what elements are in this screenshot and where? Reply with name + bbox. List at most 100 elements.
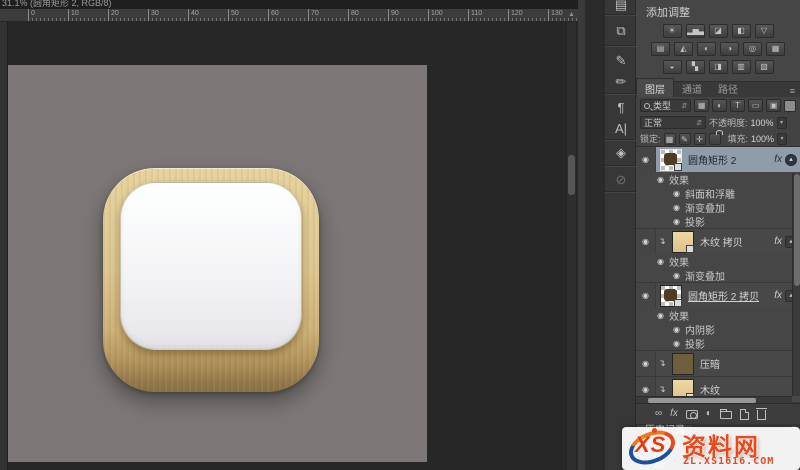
dock-brush-presets-panel-icon[interactable]: ✏: [607, 71, 635, 93]
link-layers-icon[interactable]: ∞: [655, 409, 662, 419]
vibrance-icon[interactable]: ▽: [755, 24, 774, 38]
layer-row-rounded-rect-2-copy[interactable]: ◉ 圆角矩形 2 拷贝 fx ▴: [636, 283, 800, 308]
layer-row-wood-copy[interactable]: ◉ ↴ 木纹 拷贝 fx ▴: [636, 229, 800, 254]
layer-block: ◉ 圆角矩形 2 fx ▴ ◉ 效果 ◉ 斜面和浮雕 ◉ 渐变叠加: [636, 147, 800, 229]
lock-position-icon[interactable]: ✛: [694, 133, 706, 145]
dock-measurement-panel-icon[interactable]: ⊘: [607, 169, 635, 191]
scroll-up-icon[interactable]: ▲: [568, 11, 575, 18]
hue-saturation-icon[interactable]: ▤: [651, 42, 670, 56]
filter-adjustment-layers-icon[interactable]: ◐: [712, 99, 727, 112]
visibility-eye-icon[interactable]: ◉: [673, 189, 685, 198]
color-lookup-icon[interactable]: ▦: [766, 42, 785, 56]
visibility-eye-icon[interactable]: ◉: [673, 325, 685, 334]
blend-mode-select[interactable]: 正常 ⇵: [640, 116, 706, 129]
visibility-eye-icon[interactable]: ◉: [642, 385, 649, 394]
effect-row-inner-shadow[interactable]: ◉ 内阴影: [636, 322, 800, 336]
visibility-eye-icon[interactable]: ◉: [642, 291, 649, 300]
dock-paragraph-panel-icon[interactable]: ¶: [607, 96, 635, 118]
channel-mixer-icon[interactable]: ◎: [743, 42, 762, 56]
lock-transparent-pixels-icon[interactable]: ▦: [664, 133, 676, 145]
add-layer-mask-icon[interactable]: [686, 410, 698, 419]
lock-all-icon[interactable]: [709, 133, 721, 145]
effect-row-gradient-overlay[interactable]: ◉ 渐变叠加: [636, 268, 800, 282]
dock-3d-panel-icon[interactable]: ◈: [607, 142, 635, 164]
selective-color-icon[interactable]: ▧: [755, 60, 774, 74]
layer-row-darken[interactable]: ◉ ↴ 压暗: [636, 351, 800, 376]
effect-row-drop-shadow[interactable]: ◉ 投影: [636, 214, 800, 228]
layers-horizontal-scrollbar[interactable]: [636, 396, 792, 403]
add-layer-style-icon[interactable]: fx: [670, 409, 678, 419]
lock-image-pixels-icon[interactable]: ✎: [679, 133, 691, 145]
filter-on-off-toggle[interactable]: [784, 100, 796, 112]
black-white-icon[interactable]: ◐: [697, 42, 716, 56]
layer-thumbnail[interactable]: [660, 285, 682, 307]
panel-stack: 添加调整 ☀ ▂▅▃ ◪ ◧ ▽ ▤ ◭ ◐ ◑ ◎ ▦: [636, 0, 800, 470]
opacity-dropdown-icon[interactable]: ▾: [777, 117, 787, 129]
gradient-map-icon[interactable]: ▥: [732, 60, 751, 74]
invert-icon[interactable]: ◒: [663, 60, 682, 74]
opacity-value[interactable]: 100%: [751, 118, 774, 128]
canvas-vertical-scrollbar[interactable]: ▲: [566, 22, 576, 470]
filter-shape-layers-icon[interactable]: ▭: [748, 99, 763, 112]
levels-icon[interactable]: ▂▅▃: [686, 24, 705, 38]
threshold-icon[interactable]: ◨: [709, 60, 728, 74]
new-layer-icon[interactable]: [740, 409, 749, 420]
fill-value[interactable]: 100%: [751, 134, 774, 144]
effect-row-bevel-emboss[interactable]: ◉ 斜面和浮雕: [636, 186, 800, 200]
photo-filter-icon[interactable]: ◑: [720, 42, 739, 56]
delete-layer-icon[interactable]: [757, 410, 766, 420]
tab-layers[interactable]: 图层: [636, 78, 674, 97]
effects-header-row[interactable]: ◉ 效果: [636, 172, 800, 186]
filter-smart-objects-icon[interactable]: ▣: [766, 99, 781, 112]
layer-row-rounded-rect-2[interactable]: ◉ 圆角矩形 2 fx ▴: [636, 147, 800, 172]
exposure-icon[interactable]: ◧: [732, 24, 751, 38]
effect-row-drop-shadow[interactable]: ◉ 投影: [636, 336, 800, 350]
layer-name[interactable]: 木纹 拷贝: [700, 234, 743, 249]
dock-character-panel-icon[interactable]: A|: [607, 117, 635, 139]
visibility-eye-icon[interactable]: ◉: [673, 339, 685, 348]
tab-channels[interactable]: 通道: [674, 79, 710, 97]
effect-row-gradient-overlay[interactable]: ◉ 渐变叠加: [636, 200, 800, 214]
new-group-icon[interactable]: [720, 411, 732, 419]
visibility-eye-icon[interactable]: ◉: [657, 175, 669, 184]
effects-label: 效果: [669, 308, 689, 323]
color-balance-icon[interactable]: ◭: [674, 42, 693, 56]
layers-scrollbar-thumb[interactable]: [794, 174, 800, 286]
filter-pixel-layers-icon[interactable]: ▦: [694, 99, 709, 112]
wooden-icon-artwork[interactable]: [103, 168, 319, 392]
layer-thumbnail[interactable]: [672, 353, 694, 375]
visibility-eye-icon[interactable]: ◉: [657, 257, 669, 266]
collapse-effects-button[interactable]: ▴: [785, 154, 797, 166]
panel-menu-icon[interactable]: ≡: [790, 86, 800, 97]
visibility-eye-icon[interactable]: ◉: [642, 237, 649, 246]
effects-header-row[interactable]: ◉ 效果: [636, 308, 800, 322]
canvas[interactable]: [8, 65, 427, 462]
visibility-eye-icon[interactable]: ◉: [657, 311, 669, 320]
posterize-icon[interactable]: ▚: [686, 60, 705, 74]
curves-icon[interactable]: ◪: [709, 24, 728, 38]
effect-name: 渐变叠加: [685, 268, 725, 283]
visibility-eye-icon[interactable]: ◉: [642, 359, 649, 368]
canvas-scrollbar-thumb[interactable]: [568, 155, 575, 195]
layer-name[interactable]: 圆角矩形 2: [688, 152, 736, 167]
layer-thumbnail[interactable]: [672, 231, 694, 253]
brightness-contrast-icon[interactable]: ☀: [663, 24, 682, 38]
visibility-eye-icon[interactable]: ◉: [673, 217, 685, 226]
layers-vertical-scrollbar[interactable]: [792, 173, 800, 396]
clipping-mask-icon: ↴: [656, 384, 668, 395]
layer-name[interactable]: 圆角矩形 2 拷贝: [688, 288, 759, 303]
visibility-eye-icon[interactable]: ◉: [673, 271, 685, 280]
visibility-eye-icon[interactable]: ◉: [673, 203, 685, 212]
filter-type-layers-icon[interactable]: T: [730, 99, 745, 112]
tab-paths[interactable]: 路径: [710, 79, 746, 97]
layer-thumbnail[interactable]: [660, 149, 682, 171]
filter-type-combo[interactable]: 类型 ⇵: [640, 99, 691, 112]
new-adjustment-layer-icon[interactable]: ◐: [706, 409, 712, 419]
dock-actions-panel-icon[interactable]: ⧉: [607, 20, 635, 42]
dock-brushes-panel-icon[interactable]: ✎: [607, 50, 635, 72]
layer-name[interactable]: 木纹: [700, 382, 720, 397]
effects-header-row[interactable]: ◉ 效果: [636, 254, 800, 268]
visibility-eye-icon[interactable]: ◉: [642, 155, 649, 164]
layer-name[interactable]: 压暗: [700, 356, 720, 371]
fill-dropdown-icon[interactable]: ▾: [777, 133, 787, 145]
